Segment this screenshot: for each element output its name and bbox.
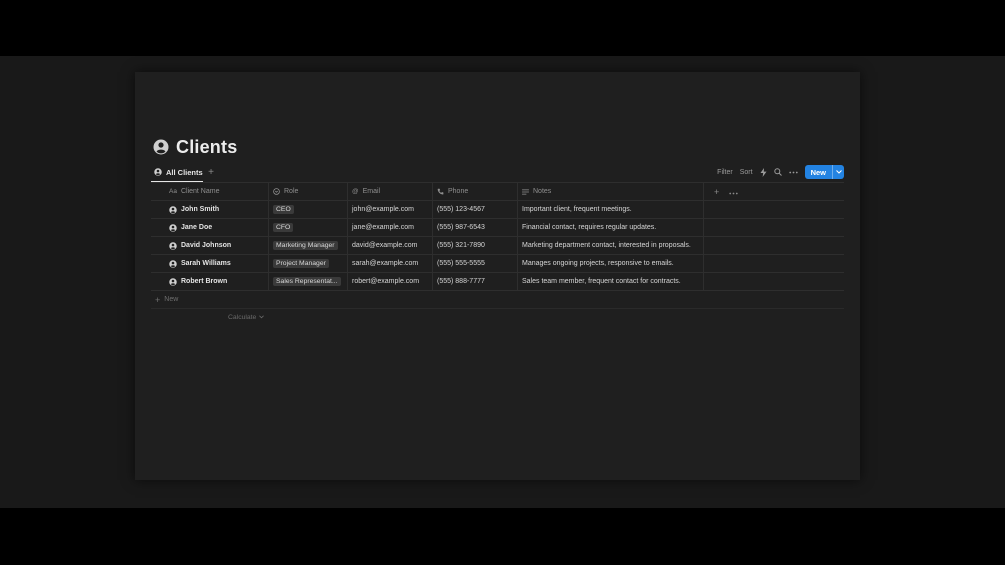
empty-cell: [704, 237, 844, 254]
add-view-button[interactable]: +: [206, 164, 216, 180]
add-column-icon[interactable]: +: [714, 187, 719, 197]
notes-cell[interactable]: Marketing department contact, interested…: [518, 237, 704, 254]
database-page: Clients All Clients + Filter Sort New Aa…: [135, 72, 860, 480]
role-tag: CFO: [273, 223, 294, 232]
table-row[interactable]: Jane Doe CFO jane@example.com (555) 987-…: [151, 219, 844, 237]
role-cell[interactable]: CEO: [269, 201, 348, 218]
role-tag: CEO: [273, 205, 294, 214]
client-name-cell[interactable]: David Johnson: [151, 237, 269, 254]
person-icon: [169, 277, 177, 286]
person-icon: [154, 168, 162, 176]
client-name-cell[interactable]: Sarah Williams: [151, 255, 269, 272]
person-icon: [153, 139, 169, 155]
role-cell[interactable]: Marketing Manager: [269, 237, 348, 254]
table-row[interactable]: John Smith CEO john@example.com (555) 12…: [151, 201, 844, 219]
chevron-down-icon: [259, 315, 265, 319]
more-options-icon[interactable]: [788, 171, 798, 174]
chevron-down-icon[interactable]: [832, 165, 844, 179]
phone-cell[interactable]: (555) 555-5555: [433, 255, 518, 272]
phone-cell[interactable]: (555) 321-7890: [433, 237, 518, 254]
page-header: Clients: [153, 136, 237, 158]
person-icon: [169, 259, 177, 268]
empty-cell: [704, 219, 844, 236]
column-header-notes[interactable]: Notes: [518, 183, 704, 200]
role-cell[interactable]: Project Manager: [269, 255, 348, 272]
tab-all-clients[interactable]: All Clients: [154, 164, 203, 180]
text-icon: Aa: [169, 188, 177, 195]
filter-button[interactable]: Filter: [717, 169, 733, 176]
table-header: Aa Client Name Role @ Email Phone Notes …: [151, 182, 844, 201]
role-tag: Marketing Manager: [273, 241, 338, 250]
search-icon[interactable]: [773, 168, 782, 176]
column-actions: +: [704, 183, 844, 200]
empty-cell: [704, 273, 844, 290]
table-row[interactable]: David Johnson Marketing Manager david@ex…: [151, 237, 844, 255]
role-tag: Sales Representat...: [273, 277, 341, 286]
person-icon: [169, 223, 177, 232]
column-header-phone[interactable]: Phone: [433, 183, 518, 200]
phone-cell[interactable]: (555) 123-4567: [433, 201, 518, 218]
view-toolbar: Filter Sort New: [717, 164, 844, 180]
view-tabs-bar: All Clients + Filter Sort New: [151, 164, 844, 183]
calculate-button[interactable]: Calculate: [228, 314, 265, 321]
plus-icon: +: [155, 294, 161, 305]
lines-icon: [522, 188, 529, 195]
phone-cell[interactable]: (555) 888-7777: [433, 273, 518, 290]
phone-icon: [437, 188, 444, 195]
notes-cell[interactable]: Sales team member, frequent contact for …: [518, 273, 704, 290]
new-button-label: New: [810, 167, 826, 177]
page-title: Clients: [176, 136, 238, 157]
phone-cell[interactable]: (555) 987-6543: [433, 219, 518, 236]
notes-cell[interactable]: Manages ongoing projects, responsive to …: [518, 255, 704, 272]
person-icon: [169, 205, 177, 214]
tab-label: All Clients: [166, 167, 203, 177]
client-name-cell[interactable]: Jane Doe: [151, 219, 269, 236]
more-options-icon[interactable]: [729, 187, 738, 197]
client-name-cell[interactable]: John Smith: [151, 201, 269, 218]
new-record-button[interactable]: New: [804, 165, 844, 179]
column-header-client-name[interactable]: Aa Client Name: [151, 183, 269, 200]
empty-cell: [704, 201, 844, 218]
email-cell[interactable]: robert@example.com: [348, 273, 433, 290]
sort-button[interactable]: Sort: [740, 169, 753, 176]
role-cell[interactable]: Sales Representat...: [269, 273, 348, 290]
clients-table: Aa Client Name Role @ Email Phone Notes …: [151, 182, 844, 325]
table-row[interactable]: Robert Brown Sales Representat... robert…: [151, 273, 844, 291]
notes-cell[interactable]: Financial contact, requires regular upda…: [518, 219, 704, 236]
client-name-cell[interactable]: Robert Brown: [151, 273, 269, 290]
email-cell[interactable]: john@example.com: [348, 201, 433, 218]
select-icon: [273, 188, 280, 195]
column-header-email[interactable]: @ Email: [348, 183, 433, 200]
table-row[interactable]: Sarah Williams Project Manager sarah@exa…: [151, 255, 844, 273]
add-row-button[interactable]: + New: [151, 291, 844, 309]
email-cell[interactable]: jane@example.com: [348, 219, 433, 236]
role-cell[interactable]: CFO: [269, 219, 348, 236]
notes-cell[interactable]: Important client, frequent meetings.: [518, 201, 704, 218]
new-row-label: New: [164, 296, 179, 303]
lightning-icon[interactable]: [760, 167, 767, 177]
role-tag: Project Manager: [273, 259, 329, 268]
person-icon: [169, 241, 177, 250]
email-cell[interactable]: sarah@example.com: [348, 255, 433, 272]
at-icon: @: [352, 188, 359, 195]
email-cell[interactable]: david@example.com: [348, 237, 433, 254]
empty-cell: [704, 255, 844, 272]
calculate-row: Calculate: [151, 309, 844, 325]
column-header-role[interactable]: Role: [269, 183, 348, 200]
